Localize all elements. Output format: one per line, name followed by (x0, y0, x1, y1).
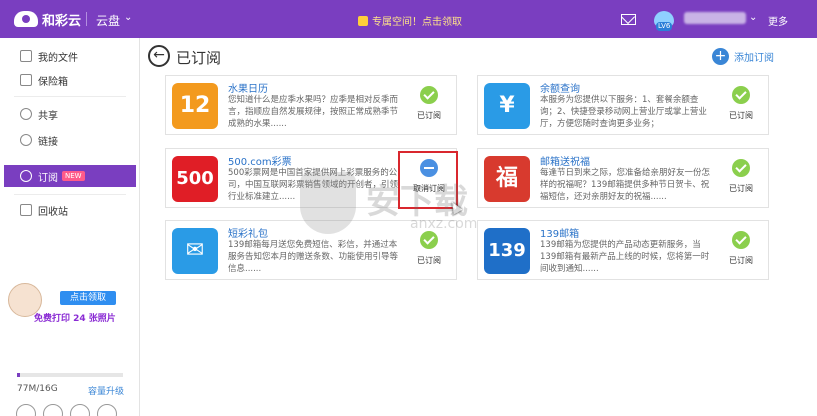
rss-icon (20, 170, 32, 182)
card-description: 139邮箱为您提供的产品动态更新服务，当139邮箱有最新产品上线的时候，您将第一… (540, 240, 710, 274)
logo-glyph: 500 (176, 168, 214, 189)
sidebar-item-label: 链接 (38, 136, 58, 148)
sidebar-item-label: 保险箱 (38, 76, 68, 88)
subscription-card[interactable]: 12 水果日历 您知道什么是应季水果吗？应季是相对反季而言，指顺应自然发展规律，按照… (165, 75, 457, 135)
upgrade-link[interactable]: 容量升级 (88, 384, 124, 397)
claim-button[interactable]: 点击领取 (60, 291, 116, 305)
divider (86, 12, 87, 26)
card-title[interactable]: 短彩礼包 (228, 225, 268, 240)
sidebar-item-label: 我的文件 (38, 52, 78, 64)
status-label: 已订阅 (729, 256, 753, 265)
sidebar-item-label: 共享 (38, 110, 58, 122)
gift-icon (358, 15, 368, 26)
status-label: 已订阅 (729, 111, 753, 120)
chevron-down-icon[interactable]: ⌄ (749, 12, 757, 23)
phone-icon[interactable] (70, 404, 90, 416)
status-label: 已订阅 (729, 184, 753, 193)
check-icon (732, 86, 750, 104)
divider (14, 96, 126, 97)
promo-text: 专属空间！点击领取 (372, 17, 462, 28)
add-subscription-button[interactable]: + 添加订阅 (712, 48, 774, 65)
status-label: 已订阅 (417, 256, 441, 265)
shield-icon (300, 172, 356, 234)
watermark: 安下载 anxz.com (300, 168, 530, 242)
mail-icon[interactable] (621, 14, 636, 25)
app-logo[interactable]: 和彩云 (14, 8, 81, 30)
sidebar-item-share[interactable]: 共享 (0, 103, 140, 125)
share-icon (20, 108, 32, 120)
section-switcher[interactable]: 云盘 (96, 12, 120, 29)
service-logo-icon: 500 (172, 156, 218, 202)
more-menu[interactable]: 更多 (768, 13, 788, 28)
card-title[interactable]: 500.com彩票 (228, 153, 292, 168)
username-redacted[interactable] (684, 12, 746, 24)
logo-glyph: ✉ (185, 238, 205, 263)
page-title: 已订阅 (176, 49, 222, 67)
more-icon[interactable] (97, 404, 117, 416)
divider (14, 194, 126, 195)
card-title[interactable]: 139邮箱 (540, 225, 579, 240)
promo-link[interactable]: 专属空间！点击领取 (358, 13, 462, 28)
trash-icon (20, 204, 32, 216)
sidebar-item-recycle[interactable]: 回收站 (0, 199, 140, 221)
check-icon (732, 159, 750, 177)
card-description: 您知道什么是应季水果吗？应季是相对反季而言，指顺应自然发展规律，按照正常成熟季节… (228, 95, 399, 129)
subscribed-status[interactable]: 已订阅 (716, 157, 766, 203)
service-logo-icon: ✉ (172, 228, 218, 274)
service-logo-icon: ¥ (484, 83, 530, 129)
status-label: 已订阅 (417, 111, 441, 120)
sidebar-item-label: 回收站 (38, 206, 68, 218)
card-description: 139邮箱每月送您免费短信、彩信，并通过本服务告知您本月的赠送条数、功能使用引导… (228, 240, 399, 274)
logo-text: 和彩云 (42, 13, 82, 29)
subscribed-status[interactable]: 已订阅 (716, 229, 766, 275)
sidebar-item-safe[interactable]: 保险箱 (0, 69, 140, 91)
top-bar: 和彩云 云盘 ⌄ 专属空间！点击领取 LV6 ⌄ 更多 (0, 0, 817, 38)
watermark-sub: anxz.com (410, 216, 478, 232)
promo-text: 免费打印 24 张照片 (34, 314, 116, 324)
vip-level-badge: LV6 (656, 22, 673, 31)
back-button[interactable]: ← (148, 45, 170, 67)
link-icon (20, 134, 32, 146)
folder-icon (20, 50, 32, 62)
sidebar-item-my-files[interactable]: 我的文件 (0, 45, 140, 67)
sidebar: 我的文件 保险箱 共享 链接 订阅 NEW 回收站 点击领取 免费打印 24 张… (0, 38, 140, 416)
subscribed-status[interactable]: 已订阅 (404, 84, 454, 130)
card-title[interactable]: 余额查询 (540, 80, 580, 95)
new-badge: NEW (62, 171, 85, 181)
card-title[interactable]: 邮箱送祝福 (540, 153, 590, 168)
chevron-down-icon[interactable]: ⌄ (124, 12, 132, 23)
sidebar-item-link[interactable]: 链接 (0, 129, 140, 151)
card-title[interactable]: 水果日历 (228, 80, 268, 95)
add-subscription-label: 添加订阅 (734, 53, 774, 64)
logo-glyph: 139 (488, 240, 526, 261)
print-promo[interactable]: 点击领取 免费打印 24 张照片 (8, 283, 130, 329)
storage-usage: 77M/16G (17, 384, 58, 394)
logo-glyph: ¥ (499, 93, 515, 118)
sidebar-item-subscribe[interactable]: 订阅 NEW (4, 165, 136, 187)
check-icon (732, 231, 750, 249)
subscription-card[interactable]: ¥ 余额查询 本服务为您提供以下服务：1、套餐余额查询；2、快捷登录移动网上营业厅或… (477, 75, 769, 135)
tablet-icon[interactable] (43, 404, 63, 416)
device-icons (16, 404, 117, 416)
check-icon (420, 86, 438, 104)
sidebar-item-label: 订阅 (38, 172, 58, 184)
safe-icon (20, 74, 32, 86)
subscribed-status[interactable]: 已订阅 (716, 84, 766, 130)
card-description: 本服务为您提供以下服务：1、套餐余额查询；2、快捷登录移动网上营业厅或掌上营业厅… (540, 95, 707, 129)
card-description: 每逢节日到来之际，您准备给亲朋好友一份怎样的祝福呢？139邮箱提供多种节日贺卡、… (540, 168, 711, 202)
storage-bar (17, 373, 123, 377)
pc-icon[interactable] (16, 404, 36, 416)
cloud-logo-icon (14, 11, 38, 27)
service-logo-icon: 12 (172, 83, 218, 129)
logo-glyph: 12 (179, 93, 211, 118)
plus-icon: + (712, 48, 729, 65)
storage-fill (17, 373, 20, 377)
